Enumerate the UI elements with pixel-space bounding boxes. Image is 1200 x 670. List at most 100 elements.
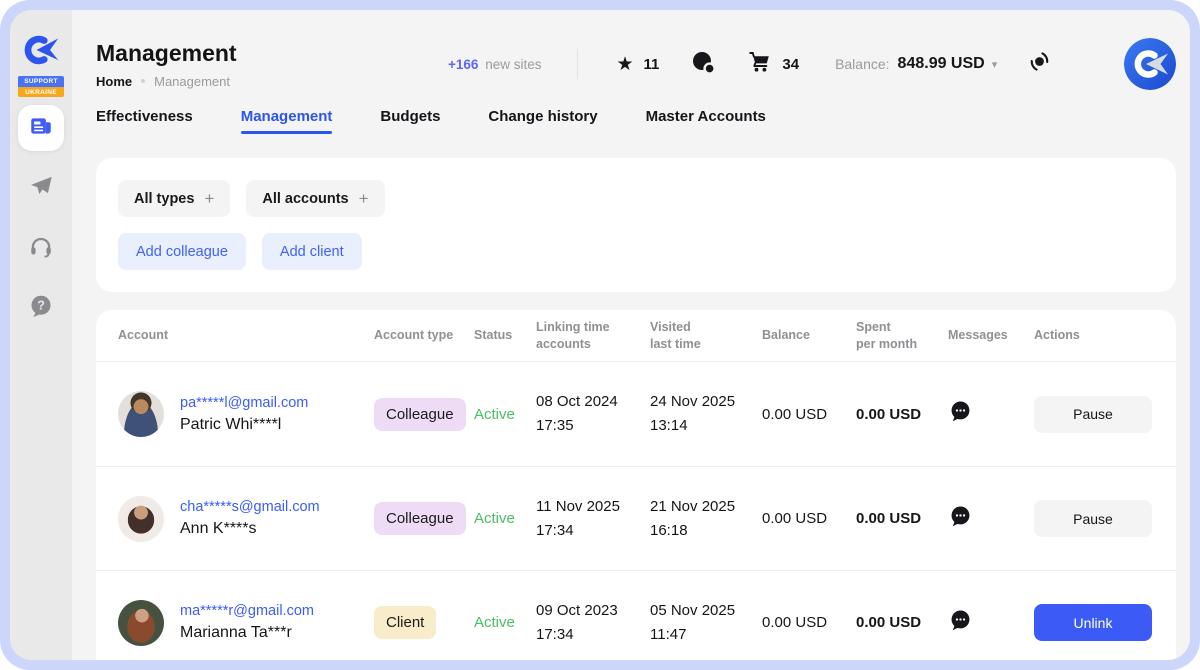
breadcrumb-separator xyxy=(141,79,145,83)
tab-master-accounts[interactable]: Master Accounts xyxy=(646,108,766,134)
account-cell: ma*****r@gmail.com Marianna Ta***r xyxy=(118,600,374,646)
sidebar-item-support[interactable] xyxy=(18,225,64,271)
filter-chips-row: All types + All accounts + xyxy=(118,180,1154,217)
favorites-button[interactable]: ★ 11 xyxy=(616,55,659,74)
chat-bubble-icon xyxy=(691,50,716,79)
support-ukraine-badge: SUPPORT UKRAINE xyxy=(18,76,64,97)
col-balance: Balance xyxy=(762,327,856,344)
sidebar-item-news[interactable] xyxy=(18,105,64,151)
col-visited: Visited last time xyxy=(650,319,762,353)
breadcrumb-home[interactable]: Home xyxy=(96,74,132,89)
pause-button[interactable]: Pause xyxy=(1034,500,1152,537)
visited-time: 21 Nov 2025 16:18 xyxy=(650,495,762,543)
account-type-badge: Colleague xyxy=(374,502,466,535)
account-type-badge: Client xyxy=(374,606,436,639)
notification-icon xyxy=(1027,49,1052,79)
col-messages: Messages xyxy=(948,327,1034,344)
new-sites-label: new sites xyxy=(485,57,541,72)
new-sites-count: +166 xyxy=(448,57,478,72)
plus-icon: + xyxy=(359,189,369,209)
breadcrumb: Home Management xyxy=(96,74,448,89)
avatar xyxy=(118,391,164,437)
account-cell: pa*****l@gmail.com Patric Whi****l xyxy=(118,391,374,437)
accounts-table: Account Account type Status Linking time… xyxy=(96,310,1176,660)
main-area: Management Home Management +166 new site… xyxy=(72,10,1190,660)
help-icon: ? xyxy=(28,293,54,324)
col-account: Account xyxy=(118,327,374,344)
account-email[interactable]: ma*****r@gmail.com xyxy=(180,603,314,619)
spent-cell: 0.00 USD xyxy=(856,614,948,631)
col-account-type: Account type xyxy=(374,327,474,344)
account-name: Ann K****s xyxy=(180,520,320,538)
balance-value: 848.99 USD xyxy=(898,55,985,73)
account-email[interactable]: cha*****s@gmail.com xyxy=(180,499,320,515)
status-badge: Active xyxy=(474,406,536,423)
status-badge: Active xyxy=(474,510,536,527)
col-linking-time: Linking time accounts xyxy=(536,319,650,353)
chat-button[interactable] xyxy=(691,50,716,79)
company-logo[interactable]: SUPPORT UKRAINE xyxy=(18,32,64,97)
account-name: Marianna Ta***r xyxy=(180,624,314,642)
spent-cell: 0.00 USD xyxy=(856,510,948,527)
table-row: pa*****l@gmail.com Patric Whi****l Colle… xyxy=(96,362,1176,466)
message-bubble-icon xyxy=(948,608,973,638)
account-cell: cha*****s@gmail.com Ann K****s xyxy=(118,496,374,542)
spent-cell: 0.00 USD xyxy=(856,406,948,423)
messages-button[interactable] xyxy=(948,399,1034,429)
pause-button[interactable]: Pause xyxy=(1034,396,1152,433)
sidebar-item-telegram[interactable] xyxy=(18,165,64,211)
balance-dropdown[interactable]: Balance: 848.99 USD ▾ xyxy=(835,55,997,73)
page-tabs: Effectiveness Management Budgets Change … xyxy=(96,108,1176,134)
all-types-filter[interactable]: All types + xyxy=(118,180,230,217)
c-arrow-logo-icon xyxy=(23,32,59,73)
news-icon xyxy=(28,113,54,144)
chevron-down-icon: ▾ xyxy=(992,58,998,71)
sidebar-nav: ? xyxy=(18,105,64,331)
user-avatar[interactable] xyxy=(1124,38,1176,90)
headphones-icon xyxy=(28,233,54,264)
all-types-label: All types xyxy=(134,191,194,207)
tab-change-history[interactable]: Change history xyxy=(488,108,597,134)
ukraine-label: UKRAINE xyxy=(18,87,64,98)
balance-label: Balance: xyxy=(835,56,889,72)
notification-button[interactable] xyxy=(1027,49,1052,79)
balance-cell: 0.00 USD xyxy=(762,614,856,631)
add-client-button[interactable]: Add client xyxy=(262,233,362,270)
svg-text:?: ? xyxy=(37,298,45,312)
page-title: Management xyxy=(96,40,448,67)
filters-card: All types + All accounts + Add colleague… xyxy=(96,158,1176,292)
cart-icon xyxy=(748,50,772,78)
tab-effectiveness[interactable]: Effectiveness xyxy=(96,108,193,134)
title-block: Management Home Management xyxy=(96,40,448,89)
message-bubble-icon xyxy=(948,504,973,534)
telegram-icon xyxy=(28,173,54,204)
linking-time: 08 Oct 2024 17:35 xyxy=(536,390,650,438)
unlink-button[interactable]: Unlink xyxy=(1034,604,1152,641)
table-header: Account Account type Status Linking time… xyxy=(96,310,1176,362)
col-spent: Spent per month xyxy=(856,319,948,353)
tab-budgets[interactable]: Budgets xyxy=(380,108,440,134)
messages-button[interactable] xyxy=(948,504,1034,534)
messages-button[interactable] xyxy=(948,608,1034,638)
sidebar-item-help[interactable]: ? xyxy=(18,285,64,331)
cart-button[interactable]: 34 xyxy=(748,50,799,78)
table-row: ma*****r@gmail.com Marianna Ta***r Clien… xyxy=(96,570,1176,660)
status-badge: Active xyxy=(474,614,536,631)
sidebar: SUPPORT UKRAINE xyxy=(10,10,72,660)
breadcrumb-current: Management xyxy=(154,74,230,89)
account-email[interactable]: pa*****l@gmail.com xyxy=(180,395,308,411)
device-frame: SUPPORT UKRAINE xyxy=(0,0,1200,670)
tab-management[interactable]: Management xyxy=(241,108,333,134)
linking-time: 09 Oct 2023 17:34 xyxy=(536,599,650,647)
cart-count: 34 xyxy=(782,56,799,73)
table-row: cha*****s@gmail.com Ann K****s Colleague… xyxy=(96,466,1176,570)
visited-time: 05 Nov 2025 11:47 xyxy=(650,599,762,647)
all-accounts-filter[interactable]: All accounts + xyxy=(246,180,384,217)
star-icon: ★ xyxy=(616,55,633,74)
add-colleague-button[interactable]: Add colleague xyxy=(118,233,246,270)
support-label: SUPPORT xyxy=(18,76,64,87)
new-sites-link[interactable]: +166 new sites xyxy=(448,57,541,72)
page-header: Management Home Management +166 new site… xyxy=(96,10,1176,98)
account-name: Patric Whi****l xyxy=(180,416,308,434)
account-type-badge: Colleague xyxy=(374,398,466,431)
